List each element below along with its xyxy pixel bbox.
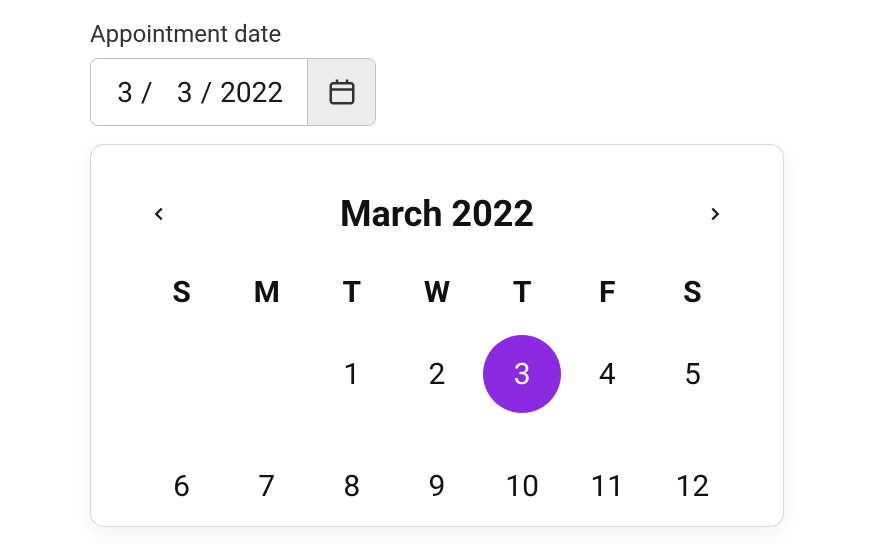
day-cell[interactable]: 4 bbox=[565, 334, 650, 414]
date-separator: / bbox=[197, 76, 217, 109]
day-number: 5 bbox=[684, 357, 701, 392]
calendar-header: March 2022 bbox=[139, 193, 735, 235]
day-cell[interactable]: 2 bbox=[394, 334, 479, 414]
day-number: 4 bbox=[599, 357, 616, 392]
day-cell[interactable]: 8 bbox=[309, 446, 394, 526]
weekday-label: F bbox=[565, 275, 650, 310]
day-number: 11 bbox=[590, 469, 624, 504]
day-number: 9 bbox=[429, 469, 446, 504]
weekday-row: SMTWTFS bbox=[139, 275, 735, 310]
field-label: Appointment date bbox=[90, 20, 894, 48]
date-input-group[interactable]: 3 / 3 / 2022 bbox=[90, 58, 376, 126]
weekday-label: T bbox=[480, 275, 565, 310]
day-number: 6 bbox=[173, 469, 190, 504]
day-number: 8 bbox=[343, 469, 360, 504]
day-cell[interactable]: 10 bbox=[480, 446, 565, 526]
weekday-label: S bbox=[139, 275, 224, 310]
date-month-segment[interactable]: 3 bbox=[115, 76, 133, 109]
day-empty bbox=[224, 334, 309, 414]
day-cell[interactable]: 3 bbox=[480, 334, 565, 414]
next-month-button[interactable] bbox=[695, 194, 735, 234]
calendar-icon bbox=[327, 77, 357, 107]
day-cell[interactable]: 11 bbox=[565, 446, 650, 526]
calendar-popover: March 2022 SMTWTFS 123456789101112 bbox=[90, 144, 784, 527]
day-number: 12 bbox=[676, 469, 710, 504]
day-cell[interactable]: 7 bbox=[224, 446, 309, 526]
day-cell[interactable]: 12 bbox=[650, 446, 735, 526]
day-cell[interactable]: 9 bbox=[394, 446, 479, 526]
day-number: 3 bbox=[514, 357, 531, 392]
day-cell[interactable]: 5 bbox=[650, 334, 735, 414]
month-year-label: March 2022 bbox=[340, 193, 534, 235]
day-number: 10 bbox=[505, 469, 539, 504]
chevron-right-icon bbox=[704, 203, 726, 225]
date-year-segment[interactable]: 2022 bbox=[220, 76, 283, 109]
date-separator: / bbox=[137, 76, 157, 109]
day-number: 2 bbox=[429, 357, 446, 392]
date-day-segment[interactable]: 3 bbox=[161, 76, 193, 109]
prev-month-button[interactable] bbox=[139, 194, 179, 234]
calendar-toggle-button[interactable] bbox=[307, 59, 375, 125]
weekday-label: M bbox=[224, 275, 309, 310]
day-empty bbox=[139, 334, 224, 414]
chevron-left-icon bbox=[148, 203, 170, 225]
days-grid: 123456789101112 bbox=[139, 334, 735, 526]
date-input[interactable]: 3 / 3 / 2022 bbox=[91, 59, 307, 125]
weekday-label: T bbox=[309, 275, 394, 310]
weekday-label: S bbox=[650, 275, 735, 310]
day-number: 1 bbox=[343, 357, 360, 392]
day-cell[interactable]: 6 bbox=[139, 446, 224, 526]
day-cell[interactable]: 1 bbox=[309, 334, 394, 414]
weekday-label: W bbox=[394, 275, 479, 310]
day-number: 7 bbox=[258, 469, 275, 504]
